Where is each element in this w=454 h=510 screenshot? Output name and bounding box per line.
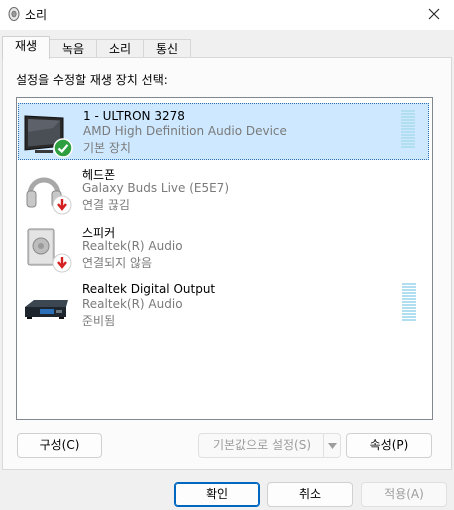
ok-button[interactable]: 확인 [174, 482, 260, 507]
speaker-box-icon [22, 225, 72, 273]
headphones-icon [22, 167, 72, 215]
device-status: 연결되지 않음 [82, 256, 153, 270]
device-name: 1 - ULTRON 3278 [83, 109, 185, 123]
set-default-button[interactable]: 기본값으로 설정(S) [198, 433, 341, 458]
device-status: 준비됨 [82, 314, 116, 328]
tab-bar: 재생 녹음 소리 통신 [0, 36, 454, 59]
title-bar: 소리 [0, 0, 454, 30]
device-driver: Realtek(R) Audio [82, 239, 183, 253]
device-driver: Realtek(R) Audio [82, 297, 183, 311]
window-title: 소리 [25, 8, 48, 22]
instruction-label: 설정을 수정할 재생 장치 선택: [16, 73, 168, 87]
device-item-ultron[interactable]: 1 - ULTRON 3278 AMD High Definition Audi… [18, 103, 429, 160]
down-arrow-badge-icon [52, 253, 72, 276]
properties-button[interactable]: 속성(P) [346, 433, 432, 458]
apply-button[interactable]: 적용(A) [361, 482, 447, 507]
device-item-speakers[interactable]: 스피커 Realtek(R) Audio 연결되지 않음 [18, 219, 429, 276]
level-meter [402, 283, 418, 324]
down-arrow-badge-icon [52, 195, 72, 218]
configure-button[interactable]: 구성(C) [17, 433, 102, 458]
device-status: 연결 끊김 [82, 198, 130, 212]
monitor-icon [23, 110, 73, 158]
speaker-icon [6, 6, 22, 22]
set-default-label: 기본값으로 설정(S) [212, 438, 312, 452]
cancel-button[interactable]: 취소 [267, 482, 353, 507]
device-name: Realtek Digital Output [82, 282, 216, 296]
chevron-down-icon[interactable] [323, 434, 340, 457]
digital-output-icon [22, 283, 72, 331]
tab-sounds[interactable]: 소리 [96, 39, 144, 58]
tab-communications[interactable]: 통신 [143, 39, 191, 58]
tab-playback[interactable]: 재생 [2, 36, 50, 59]
device-driver: AMD High Definition Audio Device [83, 124, 287, 138]
device-item-digital-output[interactable]: Realtek Digital Output Realtek(R) Audio … [18, 277, 429, 334]
device-driver: Galaxy Buds Live (E5E7) [82, 181, 229, 195]
device-item-headphones[interactable]: 헤드폰 Galaxy Buds Live (E5E7) 연결 끊김 [18, 161, 429, 218]
check-badge-icon [53, 138, 73, 161]
device-list[interactable]: 1 - ULTRON 3278 AMD High Definition Audi… [16, 97, 433, 420]
close-button[interactable] [414, 0, 454, 30]
tab-recording[interactable]: 녹음 [49, 39, 97, 58]
close-icon [428, 8, 440, 23]
level-meter [401, 110, 417, 151]
device-status: 기본 장치 [83, 141, 131, 155]
